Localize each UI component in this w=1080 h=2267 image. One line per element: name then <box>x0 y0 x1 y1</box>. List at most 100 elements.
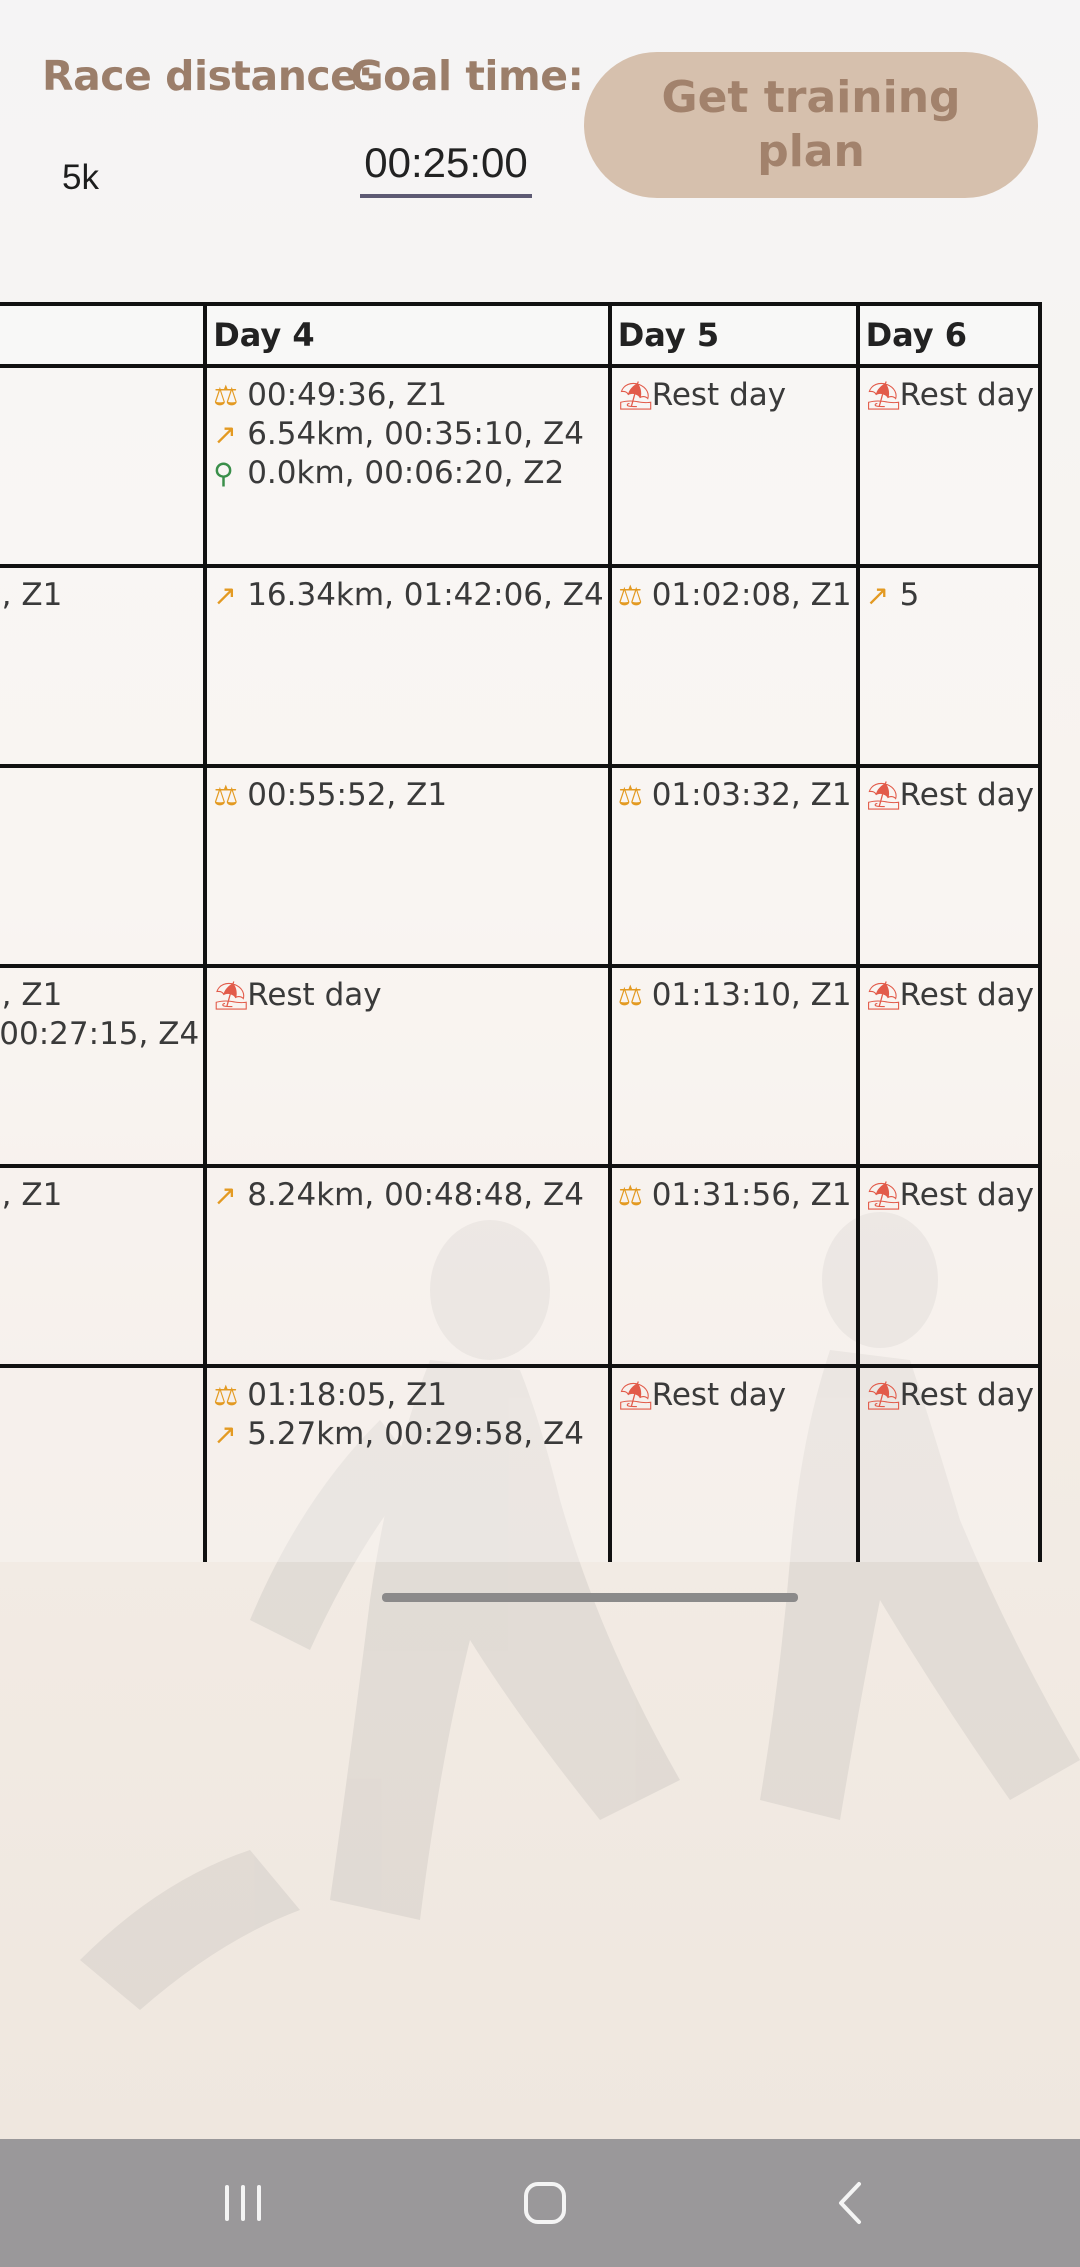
system-navigation-bar <box>0 2139 1080 2267</box>
runner-icon: ↗ <box>213 1179 237 1212</box>
workout-entry: ⚖ 00:49:36, Z1 <box>213 376 604 415</box>
workout-entry: ⛱Rest day <box>0 776 199 815</box>
workout-text: Rest day <box>899 977 1034 1013</box>
weightlifter-icon: ⚖ <box>617 1179 643 1212</box>
table-cell: ⚖ 00:55:52, Z1 <box>203 764 612 968</box>
workout-text: 5.27km, 00:29:58, Z4 <box>247 1416 584 1452</box>
workout-entry: ⛱Rest day <box>866 376 1034 415</box>
runner-icon: ↗ <box>213 418 237 451</box>
goal-time-label: Goal time: <box>350 52 584 100</box>
workout-text: 01:41:29, Z1 <box>0 1177 63 1213</box>
table-cell: ⛱Rest day <box>607 1364 860 1562</box>
table-cell: ⚖01:41:29, Z1 <box>0 1164 208 1368</box>
workout-text: Rest day <box>899 777 1034 813</box>
workout-entry: ↗ 5 <box>866 576 1034 615</box>
table-row: ↗4⛱Rest day⚖00:55:52, Z1⚖01:03:32, Z1⛱Re… <box>0 764 1043 968</box>
column-header: Day 5 <box>607 302 860 368</box>
workout-text: Rest day <box>899 1377 1034 1413</box>
get-training-plan-button[interactable]: Get training plan <box>584 52 1038 198</box>
workout-entry: ↗5.25km, 00:27:15, Z4 <box>0 1015 199 1054</box>
workout-text: 6.54km, 00:35:10, Z4 <box>247 416 584 452</box>
race-distance-label: Race distance: <box>42 52 374 100</box>
table-cell: ⛱Rest day <box>855 1364 1043 1562</box>
table-cell: ⛱Rest day <box>0 1364 208 1562</box>
runner-icon: ↗ <box>213 579 237 612</box>
table-row: ⛱Rest day⛱Rest day⚖00:49:36, Z1↗6.54km, … <box>0 364 1043 568</box>
workout-text: 01:12:42, Z1 <box>0 577 63 613</box>
workout-entry: ⛱Rest day <box>866 976 1034 1015</box>
workout-entry: ⚖ 01:31:56, Z1 <box>618 1176 852 1215</box>
home-icon <box>524 2182 566 2224</box>
workout-text: 00:57:59, Z1 <box>0 977 63 1013</box>
workout-text: 5.25km, 00:27:15, Z4 <box>0 1016 200 1052</box>
weightlifter-icon: ⚖ <box>617 979 643 1012</box>
table-cell: ⚖ 00:49:36, Z1 ↗ 6.54km, 00:35:10, Z4 ⚲ 0.0km… <box>203 364 612 568</box>
beach-umbrella-icon: ⛱ <box>865 979 902 1012</box>
beach-umbrella-icon: ⛱ <box>617 1379 654 1412</box>
table-cell: ⚖ 01:13:10, Z1 <box>607 964 860 1168</box>
back-icon <box>839 2182 861 2224</box>
workout-entry: ↗ 5.27km, 00:29:58, Z4 <box>213 1415 604 1454</box>
beach-umbrella-icon: ⛱ <box>865 379 902 412</box>
weightlifter-icon: ⚖ <box>213 1379 239 1412</box>
workout-entry: ⚖ 01:18:05, Z1 <box>213 1376 604 1415</box>
table-cell: ⛱Rest day <box>855 1164 1043 1368</box>
table-cell: ⚖ 01:18:05, Z1 ↗ 5.27km, 00:29:58, Z4 <box>203 1364 612 1562</box>
table-cell: ⚖ 01:31:56, Z1 <box>607 1164 860 1368</box>
workout-text: 00:49:36, Z1 <box>247 377 448 413</box>
workout-entry: ⚖ 01:02:08, Z1 <box>618 576 852 615</box>
workout-entry: ↗ 16.34km, 01:42:06, Z4 <box>213 576 604 615</box>
table-cell: ⛱Rest day <box>855 964 1043 1168</box>
workout-entry: ⚲ 0.0km, 00:06:20, Z2 <box>213 454 604 493</box>
horizontal-scrollbar[interactable] <box>382 1593 798 1602</box>
column-header: Day 6 <box>855 302 1043 368</box>
workout-text: 01:02:08, Z1 <box>651 577 852 613</box>
workout-entry: ⛱Rest day <box>866 776 1034 815</box>
workout-entry: ⚖01:12:42, Z1 <box>0 576 199 615</box>
workout-text: 8.24km, 00:48:48, Z4 <box>247 1177 584 1213</box>
workout-entry: ⚖ 01:13:10, Z1 <box>618 976 852 1015</box>
workout-entry: ⛱Rest day <box>866 1376 1034 1415</box>
workout-entry: ↗ 8.24km, 00:48:48, Z4 <box>213 1176 604 1215</box>
workout-entry: ⚖ 01:03:32, Z1 <box>618 776 852 815</box>
recents-button[interactable] <box>163 2139 323 2267</box>
workout-text: Rest day <box>899 1177 1034 1213</box>
workout-text: 16.34km, 01:42:06, Z4 <box>247 577 604 613</box>
table-cell: ⚖ 01:03:32, Z1 <box>607 764 860 968</box>
weightlifter-icon: ⚖ <box>213 379 239 412</box>
workout-text: Rest day <box>651 377 787 413</box>
workout-entry: ⚖00:57:59, Z1 <box>0 976 199 1015</box>
home-button[interactable] <box>465 2139 625 2267</box>
table-cell: ↗ 5 <box>855 564 1043 768</box>
beach-umbrella-icon: ⛱ <box>865 779 902 812</box>
runner-icon: ↗ <box>865 579 890 612</box>
race-distance-select[interactable]: 5k <box>62 158 99 198</box>
table-row: ↗⚖00:57:59, Z1↗5.25km, 00:27:15, Z4⛱Rest… <box>0 964 1043 1168</box>
training-plan-table-container[interactable]: Day 2Day 3Day 4Day 5Day 6 ⛱Rest day⛱Rest… <box>0 302 1080 1562</box>
workout-text: 0.0km, 00:06:20, Z2 <box>247 455 565 491</box>
beach-umbrella-icon: ⛱ <box>865 1179 902 1212</box>
workout-entry: ⚖01:41:29, Z1 <box>0 1176 199 1215</box>
beach-umbrella-icon: ⛱ <box>865 1379 902 1412</box>
table-cell: ⛱Rest day <box>855 764 1043 968</box>
recents-icon <box>225 2185 261 2221</box>
runner-icon: ↗ <box>213 1418 237 1451</box>
table-cell: ⛱Rest day <box>0 764 208 968</box>
table-cell: ⚖ 01:02:08, Z1 <box>607 564 860 768</box>
workout-text: 01:31:56, Z1 <box>651 1177 852 1213</box>
table-row: ↗⛱Rest day⚖01:18:05, Z1↗5.27km, 00:29:58… <box>0 1364 1043 1562</box>
table-cell: ⛱Rest day <box>607 364 860 568</box>
table-cell: ↗ 16.34km, 01:42:06, Z4 <box>203 564 612 768</box>
back-button[interactable] <box>770 2139 930 2267</box>
workout-entry: ⛱Rest day <box>618 376 852 415</box>
beach-umbrella-icon: ⛱ <box>617 379 654 412</box>
workout-text: 01:13:10, Z1 <box>651 977 852 1013</box>
table-cell: ⚖00:57:59, Z1↗5.25km, 00:27:15, Z4 <box>0 964 208 1168</box>
weightlifter-icon: ⚖ <box>617 579 643 612</box>
goal-time-input[interactable] <box>360 132 532 198</box>
workout-entry: ⛱Rest day <box>866 1176 1034 1215</box>
workout-entry: ↗ 6.54km, 00:35:10, Z4 <box>213 415 604 454</box>
workout-entry: ⛱Rest day <box>213 976 604 1015</box>
table-cell: ⛱Rest day <box>855 364 1043 568</box>
table-row: ↗⚖01:41:29, Z1↗8.24km, 00:48:48, Z4⚖01:3… <box>0 1164 1043 1368</box>
